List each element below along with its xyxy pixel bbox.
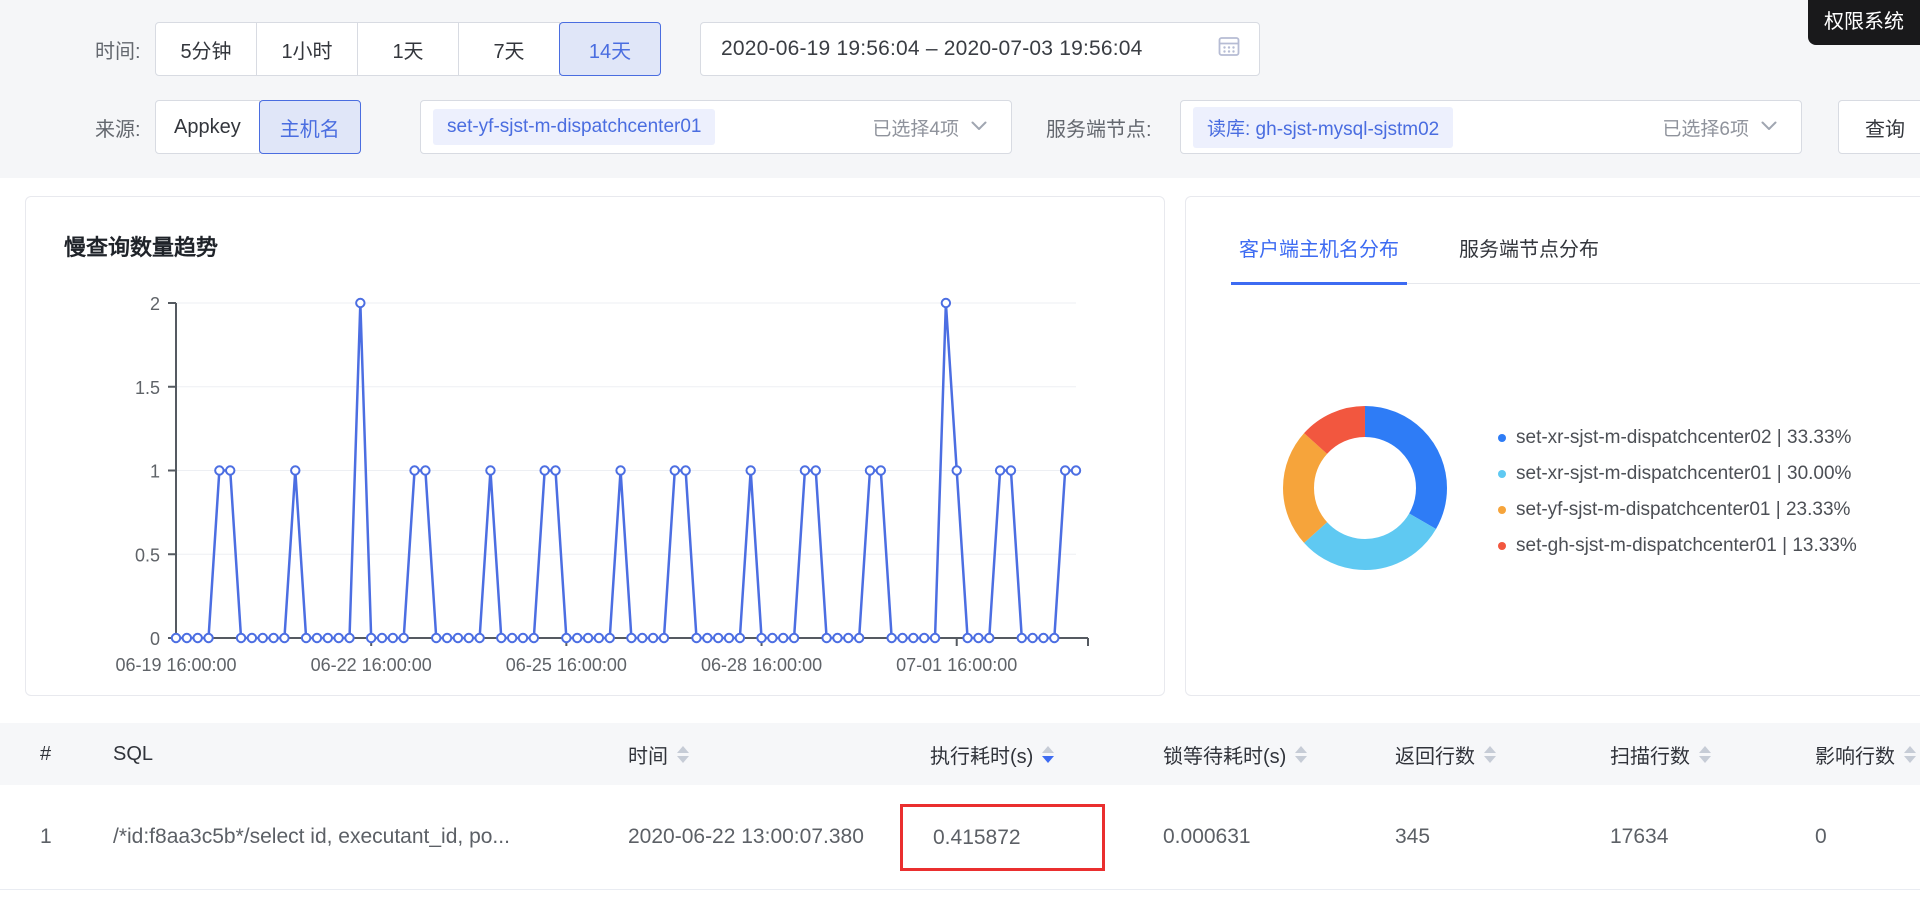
server-node-select[interactable]: 读库: gh-sjst-mysql-sjstm02 已选择6项: [1180, 100, 1802, 154]
legend-item: set-xr-sjst-m-dispatchcenter02 | 33.33%: [1498, 420, 1857, 456]
source-filter-row: 来源: Appkey主机名 set-yf-sjst-m-dispatchcent…: [0, 100, 1920, 154]
calendar-icon: [1217, 34, 1241, 64]
legend-label: set-gh-sjst-m-dispatchcenter01 | 13.33%: [1516, 535, 1857, 557]
legend-dot-icon: [1498, 542, 1506, 550]
table-row: 1/*id:f8aa3c5b*/select id, executant_id,…: [0, 785, 1920, 890]
legend-dot-icon: [1498, 506, 1506, 514]
column-header: #: [40, 743, 113, 766]
sort-icon: [1904, 746, 1916, 763]
source-type-button[interactable]: 主机名: [259, 100, 361, 154]
legend-item: set-xr-sjst-m-dispatchcenter01 | 30.00%: [1498, 456, 1857, 492]
sort-icon: [1295, 746, 1307, 763]
sql-cell[interactable]: /*id:f8aa3c5b*/select id, executant_id, …: [113, 822, 628, 852]
sort-icon: [1699, 746, 1711, 763]
time-range-button[interactable]: 1小时: [256, 22, 358, 76]
column-header[interactable]: 返回行数: [1395, 740, 1610, 769]
time-filter-row: 时间: 5分钟1小时1天7天14天 2020-06-19 19:56:04 – …: [0, 22, 1920, 76]
sort-icon: [1484, 746, 1496, 763]
svg-text:06-19 16:00:00: 06-19 16:00:00: [115, 655, 236, 675]
svg-text:1: 1: [150, 462, 160, 482]
svg-text:07-01 16:00:00: 07-01 16:00:00: [896, 655, 1017, 675]
legend-dot-icon: [1498, 470, 1506, 478]
table-cell: 0.415872: [930, 804, 1163, 871]
client-host-donut-chart: [1275, 398, 1455, 578]
table-cell: 1: [40, 822, 113, 852]
column-header[interactable]: 执行耗时(s): [930, 740, 1163, 769]
sort-icon: [677, 746, 689, 763]
slow-query-trend-chart: 0 0.5 1 1.5 2 06-19 16:00:00 06-22 16:00:00 06-…: [26, 197, 1166, 697]
svg-text:06-28 16:00:00: 06-28 16:00:00: [701, 655, 822, 675]
selected-host-tag: set-yf-sjst-m-dispatchcenter01: [433, 109, 715, 145]
server-node-label: 服务端节点:: [1046, 113, 1152, 142]
column-header[interactable]: 锁等待耗时(s): [1163, 740, 1395, 769]
source-type-button[interactable]: Appkey: [155, 100, 260, 154]
chevron-down-icon: [1761, 118, 1777, 136]
column-header[interactable]: 时间: [628, 740, 930, 769]
legend-label: set-xr-sjst-m-dispatchcenter02 | 33.33%: [1516, 427, 1851, 449]
legend-item: set-gh-sjst-m-dispatchcenter01 | 13.33%: [1498, 528, 1857, 564]
date-range-input[interactable]: 2020-06-19 19:56:04 – 2020-07-03 19:56:0…: [700, 22, 1260, 76]
table-cell: 2020-06-22 13:00:07.380: [628, 822, 930, 852]
highlight-box: 0.415872: [900, 804, 1105, 871]
svg-text:0: 0: [150, 629, 160, 649]
chevron-down-icon: [971, 118, 987, 136]
table-cell: 345: [1395, 822, 1610, 852]
slow-query-table: #SQL时间执行耗时(s)锁等待耗时(s)返回行数扫描行数影响行数 1/*id:…: [0, 723, 1920, 890]
selected-server-tag: 读库: gh-sjst-mysql-sjstm02: [1193, 107, 1453, 148]
donut-legend: set-xr-sjst-m-dispatchcenter02 | 33.33% s…: [1498, 420, 1857, 564]
distribution-tabs: 客户端主机名分布服务端节点分布: [1231, 233, 1920, 284]
time-button-group: 5分钟1小时1天7天14天: [155, 22, 661, 76]
source-filter-label: 来源:: [95, 113, 141, 142]
legend-dot-icon: [1498, 434, 1506, 442]
client-host-select[interactable]: set-yf-sjst-m-dispatchcenter01 已选择4项: [420, 100, 1012, 154]
column-header[interactable]: 扫描行数: [1610, 740, 1815, 769]
svg-text:06-22 16:00:00: 06-22 16:00:00: [311, 655, 432, 675]
query-button[interactable]: 查询: [1838, 100, 1920, 154]
table-body: 1/*id:f8aa3c5b*/select id, executant_id,…: [0, 785, 1920, 890]
legend-item: set-yf-sjst-m-dispatchcenter01 | 23.33%: [1498, 492, 1857, 528]
permission-system-badge: 权限系统: [1808, 0, 1920, 45]
svg-text:1.5: 1.5: [135, 378, 160, 398]
time-filter-label: 时间:: [95, 35, 141, 64]
time-range-button[interactable]: 14天: [559, 22, 661, 76]
sort-icon: [1042, 746, 1054, 763]
date-range-value: 2020-06-19 19:56:04 – 2020-07-03 19:56:0…: [721, 37, 1217, 61]
host-selected-count: 已选择4项: [872, 114, 959, 141]
table-cell: 17634: [1610, 822, 1815, 852]
slow-query-trend-card: 慢查询数量趋势 00.511.5206-19 16:00:0006-22 16:…: [25, 196, 1165, 696]
time-range-button[interactable]: 7天: [458, 22, 560, 76]
column-header[interactable]: 影响行数: [1815, 740, 1920, 769]
table-cell: 0.000631: [1163, 822, 1395, 852]
svg-text:0.5: 0.5: [135, 545, 160, 565]
table-header-row: #SQL时间执行耗时(s)锁等待耗时(s)返回行数扫描行数影响行数: [0, 723, 1920, 785]
filter-bar: 时间: 5分钟1小时1天7天14天 2020-06-19 19:56:04 – …: [0, 0, 1920, 178]
legend-label: set-xr-sjst-m-dispatchcenter01 | 30.00%: [1516, 463, 1851, 485]
table-cell: 0: [1815, 822, 1920, 852]
time-range-button[interactable]: 1天: [357, 22, 459, 76]
column-header: SQL: [113, 743, 628, 766]
source-button-group: Appkey主机名: [155, 100, 361, 154]
tab-server-node-distribution[interactable]: 服务端节点分布: [1451, 233, 1607, 285]
distribution-card: 客户端主机名分布服务端节点分布 set-xr-sjst-m-dispatchce…: [1185, 196, 1920, 696]
legend-label: set-yf-sjst-m-dispatchcenter01 | 23.33%: [1516, 499, 1850, 521]
server-selected-count: 已选择6项: [1662, 114, 1749, 141]
tab-client-host-distribution[interactable]: 客户端主机名分布: [1231, 233, 1407, 285]
svg-text:06-25 16:00:00: 06-25 16:00:00: [506, 655, 627, 675]
time-range-button[interactable]: 5分钟: [155, 22, 257, 76]
svg-text:2: 2: [150, 294, 160, 314]
